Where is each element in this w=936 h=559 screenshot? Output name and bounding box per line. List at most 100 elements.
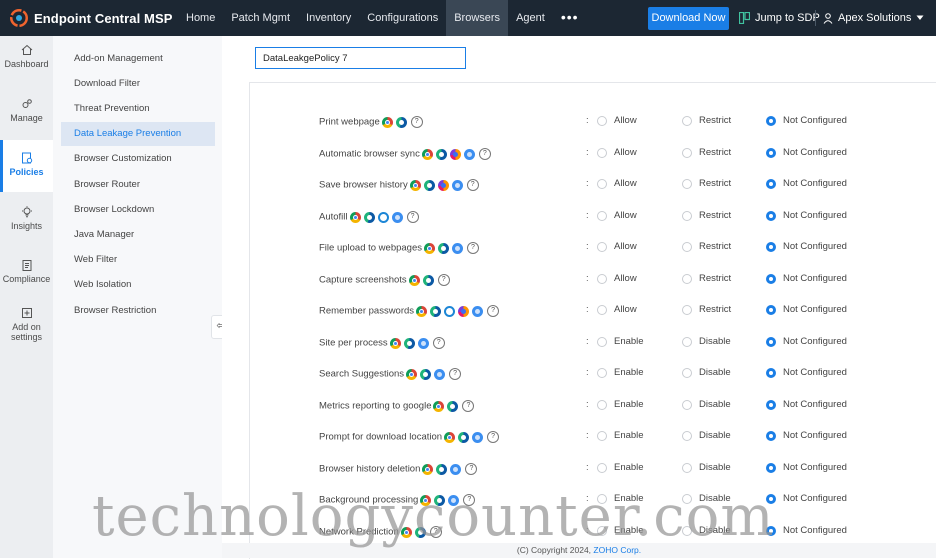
radio-option[interactable]: Disable [682,430,731,441]
radio-option[interactable]: Disable [682,493,731,504]
nav-inventory[interactable]: Inventory [298,0,359,36]
rail-item-addon-settings[interactable]: Add on settings [0,307,53,353]
radio-button[interactable] [597,525,607,536]
help-icon[interactable]: ? [487,305,500,317]
radio-button[interactable] [597,493,607,504]
radio-button[interactable] [682,336,692,347]
download-now-button[interactable]: Download Now [648,7,729,30]
radio-option[interactable]: Allow [597,115,637,126]
radio-option[interactable]: Enable [597,462,644,473]
radio-selected[interactable] [766,367,776,378]
radio-option[interactable]: Allow [597,147,637,158]
radio-option[interactable]: Disable [682,336,731,347]
radio-button[interactable] [682,399,692,410]
radio-option[interactable]: Enable [597,367,644,378]
radio-selected[interactable] [766,115,776,126]
radio-option[interactable]: Disable [682,462,731,473]
help-icon[interactable]: ? [410,116,423,128]
rail-item-dashboard[interactable]: Dashboard [0,44,53,84]
subnav-item-browser-restriction[interactable]: Browser Restriction [61,299,215,323]
radio-option[interactable]: Not Configured [766,367,847,378]
radio-option[interactable]: Restrict [682,210,731,221]
company-link[interactable]: ZOHO Corp. [593,545,641,555]
nav-configurations[interactable]: Configurations [359,0,446,36]
radio-option[interactable]: Allow [597,210,637,221]
radio-selected[interactable] [766,241,776,252]
radio-option[interactable]: Disable [682,367,731,378]
subnav-item-java-manager[interactable]: Java Manager [61,223,215,247]
radio-option[interactable]: Enable [597,336,644,347]
radio-option[interactable]: Not Configured [766,273,847,284]
subnav-item-browser-customization[interactable]: Browser Customization [61,147,215,171]
radio-option[interactable]: Allow [597,273,637,284]
radio-button[interactable] [597,147,607,158]
rail-item-insights[interactable]: Insights [0,206,53,246]
radio-button[interactable] [682,462,692,473]
nav-agent[interactable]: Agent [508,0,553,36]
radio-option[interactable]: Not Configured [766,304,847,315]
radio-option[interactable]: Not Configured [766,115,847,126]
radio-button[interactable] [682,493,692,504]
help-icon[interactable]: ? [463,494,476,506]
radio-button[interactable] [597,336,607,347]
account-menu[interactable]: Apex Solutions [823,0,924,36]
help-icon[interactable]: ? [487,431,500,443]
policy-name-input[interactable] [255,47,466,69]
nav-home[interactable]: Home [178,0,223,36]
more-menu-icon[interactable]: ••• [553,0,587,36]
radio-option[interactable]: Restrict [682,147,731,158]
radio-button[interactable] [597,430,607,441]
radio-option[interactable]: Disable [682,525,731,536]
radio-button[interactable] [682,241,692,252]
help-icon[interactable]: ? [429,526,442,538]
radio-option[interactable]: Restrict [682,241,731,252]
radio-button[interactable] [597,178,607,189]
radio-button[interactable] [682,367,692,378]
radio-option[interactable]: Restrict [682,115,731,126]
radio-selected[interactable] [766,210,776,221]
radio-option[interactable]: Enable [597,493,644,504]
radio-button[interactable] [682,430,692,441]
radio-button[interactable] [682,115,692,126]
help-icon[interactable]: ? [462,400,475,412]
radio-button[interactable] [597,273,607,284]
subnav-item-data-leakage-prevention[interactable]: Data Leakage Prevention [61,122,215,146]
help-icon[interactable]: ? [406,211,419,223]
radio-selected[interactable] [766,525,776,536]
help-icon[interactable]: ? [437,274,450,286]
radio-option[interactable]: Enable [597,430,644,441]
radio-option[interactable]: Not Configured [766,336,847,347]
radio-selected[interactable] [766,273,776,284]
radio-button[interactable] [682,147,692,158]
rail-item-compliance[interactable]: Compliance [0,259,53,299]
jump-to-sdp-link[interactable]: Jump to SDP [739,0,820,36]
radio-option[interactable]: Allow [597,241,637,252]
help-icon[interactable]: ? [449,368,462,380]
radio-option[interactable]: Restrict [682,304,731,315]
radio-selected[interactable] [766,147,776,158]
radio-option[interactable]: Not Configured [766,430,847,441]
radio-button[interactable] [597,241,607,252]
help-icon[interactable]: ? [432,337,445,349]
radio-button[interactable] [682,178,692,189]
help-icon[interactable]: ? [467,242,479,254]
radio-option[interactable]: Enable [597,399,644,410]
radio-option[interactable]: Disable [682,399,731,410]
radio-option[interactable]: Not Configured [766,493,847,504]
radio-button[interactable] [597,210,607,221]
radio-option[interactable]: Enable [597,525,644,536]
rail-item-policies[interactable]: Policies [0,140,53,192]
radio-button[interactable] [597,462,607,473]
brand[interactable]: Endpoint Central MSP [10,0,173,36]
help-icon[interactable]: ? [465,463,478,475]
subnav-item-download-filter[interactable]: Download Filter [61,72,215,96]
radio-selected[interactable] [766,178,776,189]
help-icon[interactable]: ? [478,148,491,160]
radio-option[interactable]: Allow [597,178,637,189]
radio-selected[interactable] [766,304,776,315]
radio-button[interactable] [682,304,692,315]
radio-option[interactable]: Restrict [682,273,731,284]
radio-button[interactable] [682,273,692,284]
radio-option[interactable]: Restrict [682,178,731,189]
radio-button[interactable] [682,525,692,536]
